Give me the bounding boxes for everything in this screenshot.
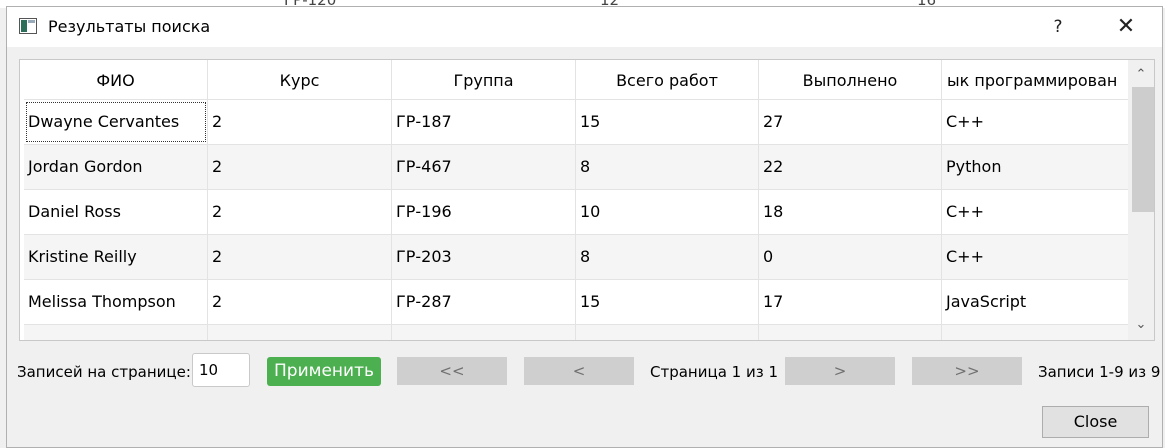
- search-results-dialog: Результаты поиска ? ✕ ФИО Курс Группа Вс…: [6, 6, 1163, 448]
- chevron-up-icon[interactable]: ⌃: [1128, 64, 1154, 86]
- cell-language[interactable]: C++: [942, 235, 1128, 279]
- vertical-scrollbar[interactable]: ⌃ ⌄: [1128, 60, 1154, 340]
- cell-group[interactable]: ГР-203: [392, 235, 576, 279]
- cell-total-works[interactable]: 8: [576, 145, 759, 189]
- cell-total-works[interactable]: 8: [576, 235, 759, 279]
- header-course[interactable]: Курс: [208, 60, 392, 99]
- cell-fio[interactable]: Daniel Ross: [24, 190, 208, 234]
- cell-completed[interactable]: 0: [759, 235, 942, 279]
- cell-completed[interactable]: 27: [759, 100, 942, 144]
- results-table: ФИО Курс Группа Всего работ Выполнено ык…: [19, 59, 1155, 341]
- first-page-button[interactable]: <<: [397, 357, 507, 385]
- rows-per-page-input[interactable]: [192, 353, 250, 387]
- cell-total-works[interactable]: 15: [576, 100, 759, 144]
- header-total-works[interactable]: Всего работ: [576, 60, 759, 99]
- cell-language[interactable]: Python: [942, 145, 1128, 189]
- cell-group[interactable]: [392, 325, 576, 340]
- cell-group[interactable]: ГР-287: [392, 280, 576, 324]
- next-page-button[interactable]: >: [785, 357, 895, 385]
- last-page-button[interactable]: >>: [912, 357, 1022, 385]
- header-fio[interactable]: ФИО: [24, 60, 208, 99]
- cell-total-works[interactable]: 10: [576, 190, 759, 234]
- cell-language[interactable]: [942, 325, 1128, 340]
- chevron-down-icon[interactable]: ⌄: [1128, 314, 1154, 336]
- cell-fio[interactable]: Dwayne Cervantes: [24, 100, 208, 144]
- table-row[interactable]: Dwayne Cervantes 2 ГР-187 15 27 C++: [24, 99, 1128, 144]
- cell-fio[interactable]: Kristine Reilly: [24, 235, 208, 279]
- cell-group[interactable]: ГР-467: [392, 145, 576, 189]
- title-bar: Результаты поиска ? ✕: [7, 7, 1162, 47]
- table-row-partial[interactable]: [24, 324, 1128, 340]
- cell-course[interactable]: 2: [208, 190, 392, 234]
- cell-course[interactable]: 2: [208, 145, 392, 189]
- apply-button[interactable]: Применить: [267, 357, 381, 386]
- cell-completed[interactable]: [759, 325, 942, 340]
- cell-language[interactable]: C++: [942, 100, 1128, 144]
- cell-completed[interactable]: 22: [759, 145, 942, 189]
- table-row[interactable]: Jordan Gordon 2 ГР-467 8 22 Python: [24, 144, 1128, 189]
- cell-completed[interactable]: 18: [759, 190, 942, 234]
- cell-course[interactable]: 2: [208, 280, 392, 324]
- cell-total-works[interactable]: 15: [576, 280, 759, 324]
- cell-language[interactable]: JavaScript: [942, 280, 1128, 324]
- close-window-button[interactable]: ✕: [1103, 7, 1149, 47]
- header-language[interactable]: ык программирован: [942, 60, 1128, 99]
- cell-fio[interactable]: Jordan Gordon: [24, 145, 208, 189]
- rows-per-page-label: Записей на странице:: [17, 363, 191, 381]
- cell-fio[interactable]: [24, 325, 208, 340]
- page-indicator: Страница 1 из 1: [650, 363, 778, 381]
- cell-course[interactable]: 2: [208, 235, 392, 279]
- table-row[interactable]: Melissa Thompson 2 ГР-287 15 17 JavaScri…: [24, 279, 1128, 324]
- app-window-icon: [19, 18, 37, 34]
- close-button[interactable]: Close: [1042, 406, 1149, 438]
- cell-course[interactable]: 2: [208, 100, 392, 144]
- table-viewport: ФИО Курс Группа Всего работ Выполнено ык…: [24, 60, 1128, 340]
- table-row[interactable]: Daniel Ross 2 ГР-196 10 18 C++: [24, 189, 1128, 234]
- window-title: Результаты поиска: [48, 17, 211, 36]
- cell-fio[interactable]: Melissa Thompson: [24, 280, 208, 324]
- help-button[interactable]: ?: [1035, 7, 1081, 47]
- cell-group[interactable]: ГР-196: [392, 190, 576, 234]
- cell-course[interactable]: [208, 325, 392, 340]
- prev-page-button[interactable]: <: [524, 357, 634, 385]
- table-row[interactable]: Kristine Reilly 2 ГР-203 8 0 C++: [24, 234, 1128, 279]
- cell-total-works[interactable]: [576, 325, 759, 340]
- records-indicator: Записи 1-9 из 9: [1038, 363, 1161, 381]
- scrollbar-thumb[interactable]: [1132, 87, 1154, 212]
- header-completed[interactable]: Выполнено: [759, 60, 942, 99]
- cell-group[interactable]: ГР-187: [392, 100, 576, 144]
- table-header-row: ФИО Курс Группа Всего работ Выполнено ык…: [24, 60, 1128, 99]
- cell-completed[interactable]: 17: [759, 280, 942, 324]
- header-group[interactable]: Группа: [392, 60, 576, 99]
- cell-language[interactable]: C++: [942, 190, 1128, 234]
